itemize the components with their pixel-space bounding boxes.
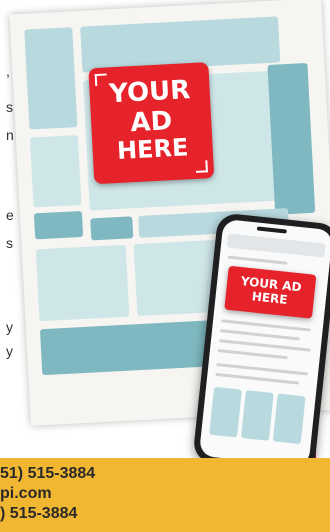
- text-fragment: ,: [6, 63, 10, 79]
- text-fragment: y: [6, 319, 13, 335]
- ad-text-line: HERE: [116, 133, 190, 165]
- text-fragment: n: [6, 127, 14, 143]
- layout-block: [29, 135, 82, 208]
- contact-website: pi.com: [0, 485, 52, 502]
- text-fragment: s: [6, 235, 13, 251]
- text-line: [215, 372, 300, 385]
- layout-block: [33, 210, 84, 240]
- ad-text-line: YOUR: [108, 75, 191, 110]
- contact-phone: 51) 515-3884: [0, 465, 96, 482]
- text-line: [219, 329, 300, 341]
- layout-block: [267, 62, 316, 215]
- layout-block: [240, 390, 274, 441]
- phone-ad-box: YOUR AD HERE: [224, 265, 317, 319]
- layout-block: [90, 216, 134, 241]
- contact-fax: ) 515-3884: [0, 505, 78, 522]
- ad-placeholder-box: YOUR AD HERE: [88, 62, 215, 185]
- text-fragment: y: [6, 343, 13, 359]
- phone-speaker: [256, 226, 287, 234]
- text-line: [227, 255, 288, 265]
- layout-block: [272, 393, 306, 445]
- layout-block: [209, 386, 242, 438]
- ad-text-line: AD: [129, 106, 173, 139]
- phone-address-bar: [226, 233, 326, 258]
- text-fragment: s: [6, 99, 13, 115]
- layout-block: [24, 27, 78, 130]
- text-line: [217, 349, 288, 360]
- text-fragment: e: [6, 207, 14, 223]
- contact-footer: 51) 515-3884 pi.com ) 515-3884: [0, 458, 330, 532]
- phone-screen: YOUR AD HERE: [198, 218, 330, 468]
- layout-block: [35, 244, 130, 322]
